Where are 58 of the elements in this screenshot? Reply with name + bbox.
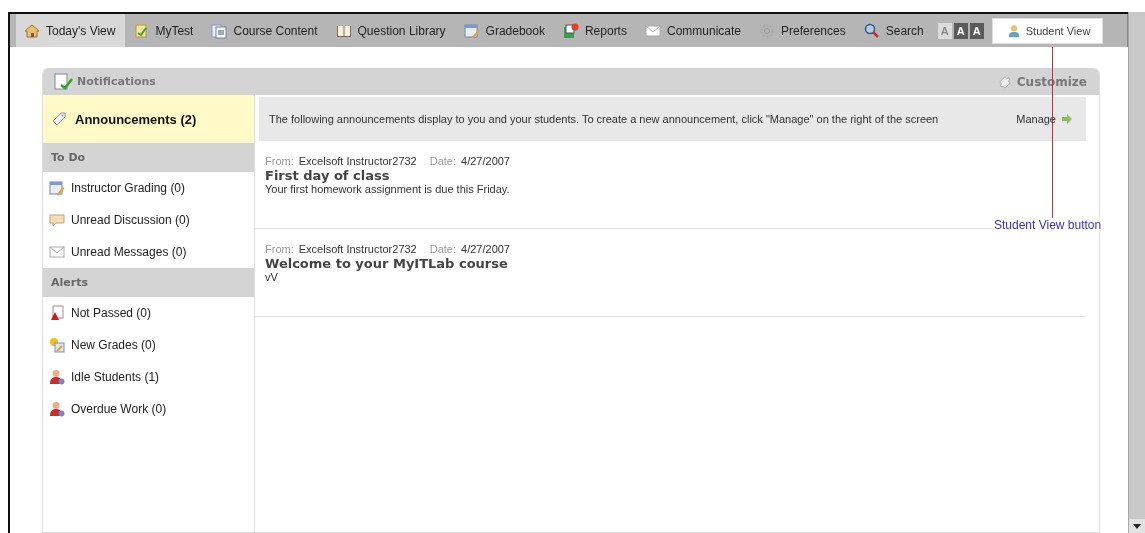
callout-label: Student View button [994, 218, 1102, 232]
envelope-icon [644, 22, 661, 39]
chart-icon [562, 22, 579, 39]
info-text: The following announcements display to you and your students. To create a new announcement, click "Manage" on the right of the screen [269, 111, 940, 127]
pencil-sheet-icon [463, 22, 480, 39]
sidebar-item[interactable]: New Grades (0) [43, 329, 254, 361]
person-icon [49, 401, 65, 417]
sender-name: Excelsoft Instructor2732 [298, 243, 417, 255]
toolbar-tab[interactable]: Course Content [203, 14, 328, 47]
person-icon [49, 369, 65, 385]
toolbar-tab[interactable]: MyTest [125, 14, 204, 47]
sidebar-item[interactable]: Overdue Work (0) [43, 393, 254, 425]
down-arrow-icon [1133, 523, 1141, 529]
section-header: To Do [43, 143, 254, 172]
puzzle-icon [997, 74, 1012, 89]
sidebar-item[interactable]: Unread Messages (0) [43, 236, 254, 268]
house-icon [24, 22, 40, 39]
date-text: 4/27/2007 [461, 155, 510, 167]
toolbar-tab[interactable]: Communicate [636, 14, 751, 47]
text-size-button[interactable]: A [969, 22, 984, 39]
search-icon [863, 22, 880, 39]
from-label: From: [265, 243, 294, 255]
scrollbar[interactable] [1128, 12, 1145, 533]
toolbar-tab[interactable]: Question Library [327, 14, 456, 47]
sidebar-item[interactable]: Unread Discussion (0) [43, 204, 254, 236]
person-icon [1006, 23, 1021, 38]
announcement-title: First day of class [265, 168, 391, 183]
toolbar-tab[interactable]: Today's View [16, 14, 126, 47]
text-size-button[interactable]: A [953, 22, 968, 39]
toolbar-tab[interactable]: Search [855, 14, 934, 47]
gear-icon [759, 22, 775, 39]
sidebar-item[interactable]: Instructor Grading (0) [43, 172, 254, 204]
announcement-text: vV [265, 271, 279, 283]
tag-icon [51, 111, 67, 127]
date-text: 4/27/2007 [461, 243, 510, 255]
panel-title: Notifications [77, 75, 156, 88]
student-view-button[interactable]: Student View [991, 17, 1104, 44]
toolbar-tab[interactable]: Preferences [751, 14, 856, 47]
arrow-icon [1062, 114, 1072, 124]
toolbar-tab[interactable]: Gradebook [455, 14, 555, 47]
pencil-sheet-icon [49, 180, 65, 196]
speech-bubble-icon [49, 212, 65, 228]
date-label: Date: [429, 155, 457, 167]
sidebar-item[interactable]: Announcements (2) [43, 95, 254, 143]
document-icon [211, 22, 228, 39]
from-label: From: [265, 155, 294, 167]
sidebar-item[interactable]: Idle Students (1) [43, 361, 254, 393]
announcement-title: Welcome to your MyITLab course [265, 256, 509, 271]
sender-name: Excelsoft Instructor2732 [298, 155, 417, 167]
failed-sheet-icon [49, 305, 65, 321]
date-label: Date: [429, 243, 457, 255]
notepad-icon [53, 72, 73, 91]
section-header: Alerts [43, 268, 254, 297]
notepad-icon [133, 22, 150, 39]
envelope-icon [49, 244, 65, 260]
announcement-text: Your first homework assignment is due this Friday. [265, 183, 511, 195]
sidebar-item[interactable]: Not Passed (0) [43, 297, 254, 329]
toolbar-tab[interactable]: Reports [554, 14, 637, 47]
